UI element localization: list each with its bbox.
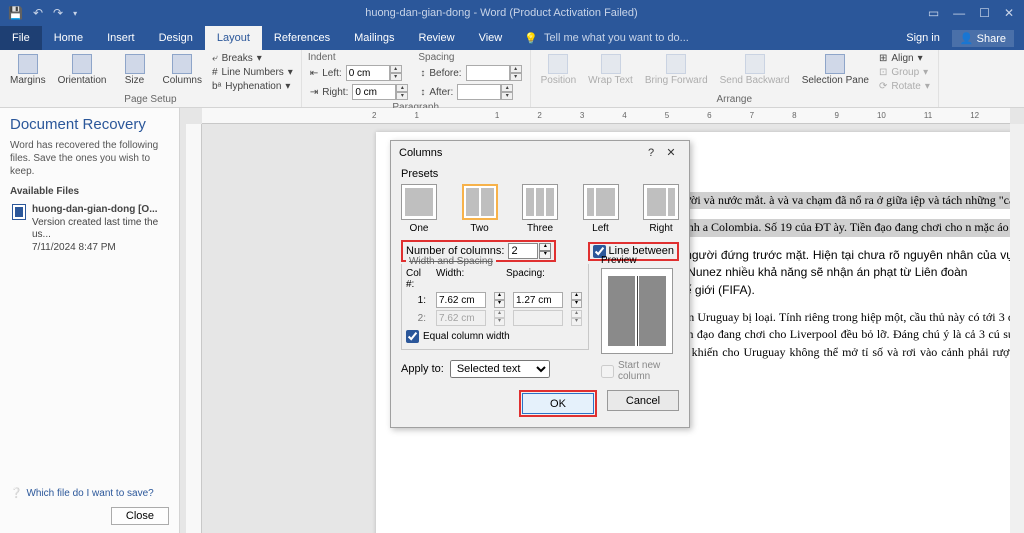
line-numbers-button[interactable]: # Line Numbers ▾ bbox=[210, 66, 295, 79]
spacing-after[interactable]: ↕ After: ▴▾ bbox=[418, 83, 523, 101]
dialog-help-icon[interactable]: ? bbox=[641, 147, 661, 159]
number-of-columns-input[interactable] bbox=[508, 243, 538, 259]
col1-spacing-input[interactable] bbox=[513, 292, 563, 308]
indent-left[interactable]: ⇤ Left: ▴▾ bbox=[308, 64, 411, 82]
wrap-text-button: Wrap Text bbox=[584, 52, 637, 88]
recovered-file-version: Version created last time the us... bbox=[32, 217, 167, 242]
group-page-setup: Margins Orientation Size Columns ⤶ Break… bbox=[0, 50, 302, 107]
indent-left-input[interactable] bbox=[346, 65, 390, 81]
breaks-button[interactable]: ⤶ Breaks ▾ bbox=[210, 52, 295, 65]
columns-dialog: Columns ? ✕ Presets One Two Three Left R… bbox=[390, 140, 690, 428]
title-bar: 💾 ↶ ↷ ▾ huong-dan-gian-dong - Word (Prod… bbox=[0, 0, 1024, 26]
size-button[interactable]: Size bbox=[115, 52, 155, 88]
dialog-title: Columns bbox=[399, 147, 641, 159]
minimize-icon[interactable]: — bbox=[953, 6, 965, 20]
start-new-column-checkbox bbox=[601, 365, 614, 378]
qat-dropdown-icon[interactable]: ▾ bbox=[73, 9, 77, 18]
tab-references[interactable]: References bbox=[262, 26, 342, 50]
share-button[interactable]: 👤 Share bbox=[952, 30, 1014, 47]
width-spacing-group: Width and Spacing Col #:Width:Spacing: 1… bbox=[401, 264, 589, 350]
tab-view[interactable]: View bbox=[467, 26, 515, 50]
tab-layout[interactable]: Layout bbox=[205, 26, 262, 50]
word-doc-icon bbox=[12, 204, 26, 220]
group-paragraph: Indent ⇤ Left: ▴▾ ⇥ Right: ▴▾ Spacing ↕ … bbox=[302, 50, 531, 107]
rotate-button: ⟳ Rotate ▾ bbox=[877, 80, 932, 93]
send-backward-button: Send Backward bbox=[716, 52, 794, 88]
apply-to-label: Apply to: bbox=[401, 363, 444, 375]
position-button: Position bbox=[537, 52, 581, 88]
tell-me-search[interactable]: 💡Tell me what you want to do... bbox=[514, 26, 699, 50]
col2-width-input bbox=[436, 310, 486, 326]
sign-in-link[interactable]: Sign in bbox=[906, 32, 940, 44]
close-icon[interactable]: ✕ bbox=[1004, 6, 1014, 20]
spacing-before-input[interactable] bbox=[466, 65, 510, 81]
dialog-close-icon[interactable]: ✕ bbox=[661, 146, 681, 159]
apply-to-select[interactable]: Selected text bbox=[450, 360, 550, 378]
group-button: ⊡ Group ▾ bbox=[877, 66, 932, 79]
recovered-file-time: 7/11/2024 8:47 PM bbox=[32, 242, 167, 255]
horizontal-ruler[interactable]: 2112345678910111213141516171819 bbox=[202, 108, 1010, 124]
spacing-after-input[interactable] bbox=[457, 84, 501, 100]
recovered-file-item[interactable]: huong-dan-gian-dong [O... Version create… bbox=[10, 201, 169, 257]
spacing-before[interactable]: ↕ Before: ▴▾ bbox=[418, 64, 523, 82]
indent-right-input[interactable] bbox=[352, 84, 396, 100]
recovery-desc: Word has recovered the following files. … bbox=[10, 139, 169, 178]
preset-two[interactable]: Two bbox=[462, 184, 498, 234]
col1-width-input[interactable] bbox=[436, 292, 486, 308]
selection-pane-button[interactable]: Selection Pane bbox=[798, 52, 873, 88]
recovery-title: Document Recovery bbox=[10, 116, 169, 133]
undo-icon[interactable]: ↶ bbox=[33, 6, 43, 20]
vertical-ruler[interactable] bbox=[186, 124, 202, 533]
bulb-icon: 💡 bbox=[524, 32, 538, 45]
help-icon: ❔ bbox=[10, 488, 22, 499]
preset-right[interactable]: Right bbox=[643, 184, 679, 234]
orientation-button[interactable]: Orientation bbox=[54, 52, 111, 88]
which-file-link[interactable]: ❔Which file do I want to save? bbox=[10, 488, 154, 499]
maximize-icon[interactable]: ☐ bbox=[979, 6, 990, 20]
ok-button[interactable]: OK bbox=[522, 393, 594, 414]
redo-icon[interactable]: ↷ bbox=[53, 6, 63, 20]
tab-design[interactable]: Design bbox=[147, 26, 205, 50]
tab-mailings[interactable]: Mailings bbox=[342, 26, 406, 50]
cancel-button[interactable]: Cancel bbox=[607, 390, 679, 411]
spinner-down-icon[interactable]: ▾ bbox=[539, 251, 551, 259]
columns-button[interactable]: Columns bbox=[159, 52, 206, 88]
group-label-arrange: Arrange bbox=[537, 93, 932, 106]
equal-column-width-checkbox[interactable] bbox=[406, 330, 419, 343]
tab-file[interactable]: File bbox=[0, 26, 42, 50]
preset-three[interactable]: Three bbox=[522, 184, 558, 234]
presets-label: Presets bbox=[401, 168, 679, 180]
ribbon-options-icon[interactable]: ▭ bbox=[928, 6, 939, 20]
vertical-scrollbar[interactable] bbox=[1010, 124, 1024, 533]
ribbon: Margins Orientation Size Columns ⤶ Break… bbox=[0, 50, 1024, 108]
col2-spacing-input bbox=[513, 310, 563, 326]
document-recovery-pane: Document Recovery Word has recovered the… bbox=[0, 108, 180, 533]
tab-home[interactable]: Home bbox=[42, 26, 95, 50]
align-button[interactable]: ⊞ Align ▾ bbox=[877, 52, 932, 65]
tab-insert[interactable]: Insert bbox=[95, 26, 147, 50]
available-files-label: Available Files bbox=[10, 186, 169, 197]
margins-button[interactable]: Margins bbox=[6, 52, 50, 88]
group-label-page-setup: Page Setup bbox=[6, 93, 295, 106]
ribbon-tabs: File Home Insert Design Layout Reference… bbox=[0, 26, 1024, 50]
group-arrange: Position Wrap Text Bring Forward Send Ba… bbox=[531, 50, 939, 107]
preset-one[interactable]: One bbox=[401, 184, 437, 234]
save-icon[interactable]: 💾 bbox=[8, 6, 23, 20]
indent-right[interactable]: ⇥ Right: ▴▾ bbox=[308, 83, 411, 101]
hyphenation-button[interactable]: bᵃ Hyphenation ▾ bbox=[210, 80, 295, 93]
recovery-close-button[interactable]: Close bbox=[111, 507, 169, 525]
spinner-up-icon[interactable]: ▴ bbox=[539, 243, 551, 251]
bring-forward-button: Bring Forward bbox=[641, 52, 712, 88]
preview-pane: Preview Start new column bbox=[601, 255, 675, 382]
window-title: huong-dan-gian-dong - Word (Product Acti… bbox=[85, 7, 918, 19]
tab-review[interactable]: Review bbox=[407, 26, 467, 50]
preset-left[interactable]: Left bbox=[583, 184, 619, 234]
recovered-file-name: huong-dan-gian-dong [O... bbox=[32, 204, 167, 217]
